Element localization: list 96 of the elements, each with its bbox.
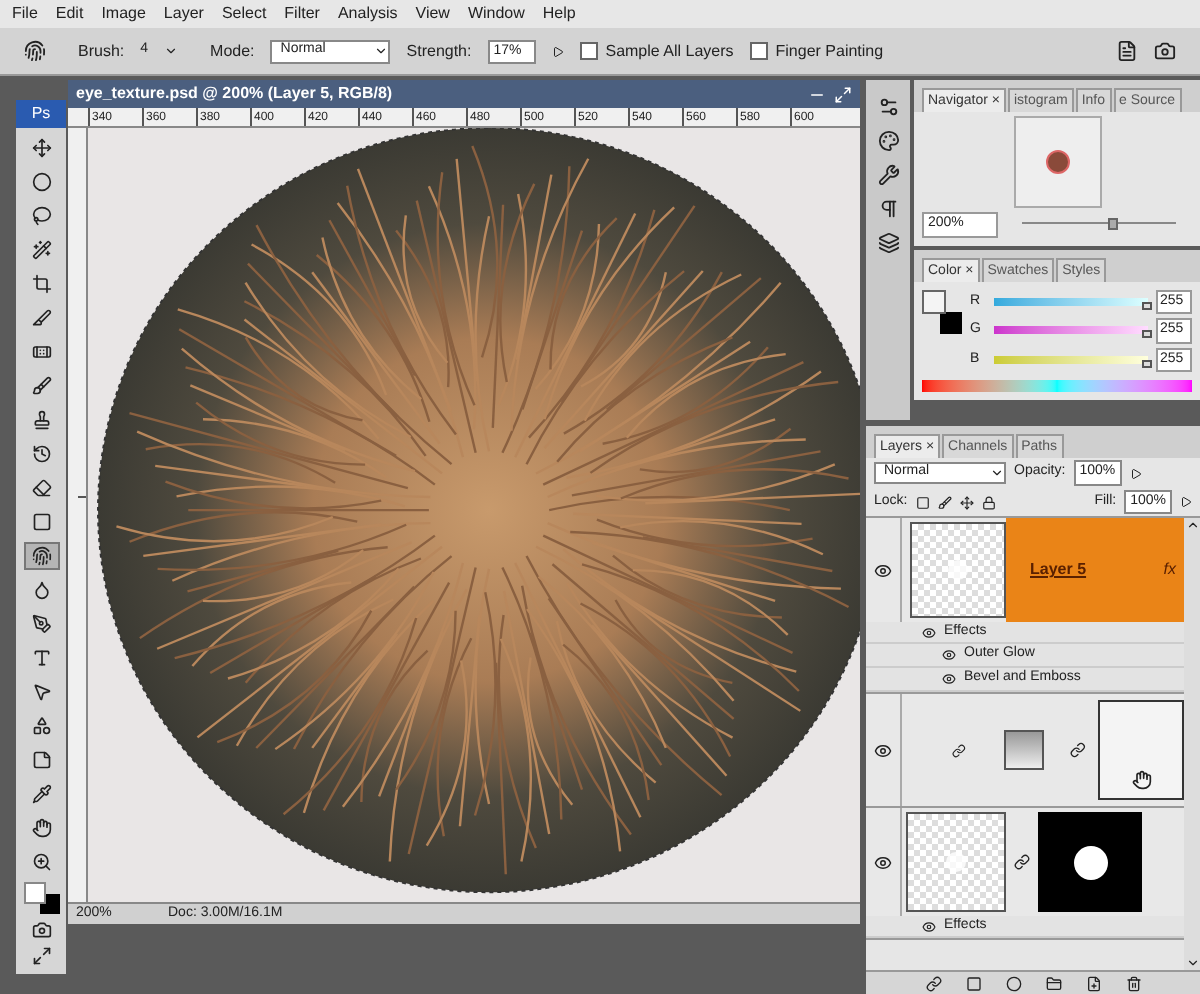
shapes-icon [31,716,51,736]
caret-icon [374,44,389,58]
lock-pixels-icon[interactable] [915,495,930,509]
menu-item[interactable]: View [415,2,450,26]
link-icon[interactable] [925,975,941,991]
crop-icon [31,274,51,294]
finger-icon [31,546,51,566]
bandage-icon [31,342,51,362]
checkbox[interactable] [749,42,768,60]
eye-icon[interactable] [874,853,892,871]
mask-thumbnail [1038,812,1142,912]
scroll-up-icon[interactable] [1185,518,1199,532]
gradient-map-icon [1004,730,1044,770]
eyedropper-icon [31,784,51,804]
adjustment-icon[interactable] [1005,975,1021,991]
transparent-thumbnail [906,812,1006,912]
mask-mode-icon[interactable] [31,920,51,940]
channel-slider[interactable] [994,355,1148,364]
eye-icon[interactable] [873,741,892,759]
color-spectrum[interactable] [922,380,1192,392]
gradient-icon [31,512,51,532]
new-layer-icon[interactable] [1085,975,1101,991]
layer-row[interactable]: Layer 5 fx [1006,518,1184,622]
trash-icon[interactable] [1125,975,1141,991]
menu-item[interactable]: Help [542,2,576,26]
drop-icon [31,580,51,600]
menu-item[interactable]: File [12,2,38,26]
ps-logo: Ps [16,100,66,128]
smudge-tool-icon[interactable] [24,40,46,62]
layers-icon[interactable] [877,232,899,254]
caret-icon[interactable] [164,44,179,58]
brush-label: Brush: [78,39,125,63]
menu-item[interactable]: Layer [163,2,204,26]
screen-mode-icon[interactable] [31,946,51,966]
sliders-icon[interactable] [877,96,899,118]
chain-icon [1014,854,1030,870]
move-icon[interactable] [959,495,974,509]
menu-item[interactable]: Select [221,2,267,26]
arrow-icon[interactable] [1129,467,1142,479]
transparent-thumbnail [910,522,1006,618]
menu-item[interactable]: Analysis [337,2,398,26]
brush-icon [31,376,51,396]
layer-name[interactable]: Layer 5 [1030,558,1087,582]
scrollbar[interactable] [1184,518,1200,970]
caret-icon [990,466,1004,480]
mode-label: Mode: [210,39,255,63]
wand-icon [31,240,51,260]
document-title: eye_texture.psd @ 200% (Layer 5, RGB/8) [76,82,393,106]
checkbox[interactable] [579,42,598,60]
folder-icon[interactable] [1045,975,1061,991]
brush-icon[interactable] [937,495,952,509]
type-icon [31,648,51,668]
channel-slider[interactable] [994,297,1148,306]
navigator-preview [1013,116,1101,208]
link-icon [951,743,966,757]
hand-cursor-icon [1131,770,1152,790]
maximize-icon[interactable] [834,85,852,103]
color-swatches-icon[interactable] [922,289,962,333]
fx-label: fx [1163,558,1176,582]
knife-icon [31,308,51,328]
paragraph-icon[interactable] [877,198,899,220]
move-icon [31,138,51,158]
camera-icon[interactable] [1154,40,1176,62]
marquee-icon [31,172,51,192]
zoom-slider[interactable] [1022,218,1176,231]
lock-icon[interactable] [981,495,996,509]
stamp-icon [31,410,51,430]
eye-icon[interactable] [922,919,936,933]
checkbox-label: Sample All Layers [605,39,734,63]
channel-slider[interactable] [994,326,1148,335]
tools-icon[interactable] [877,164,899,186]
strength-label: Strength: [406,39,472,63]
eraser-icon [31,478,51,498]
eye-icon[interactable] [942,672,956,686]
color-swatches-icon[interactable] [23,882,59,914]
eye-icon[interactable] [922,625,936,639]
arrow-icon[interactable] [551,45,564,57]
menu-item[interactable]: Image [101,2,146,26]
arrow-icon[interactable] [1180,496,1192,508]
note-icon [31,750,51,770]
pointer-icon [31,682,51,702]
pen-icon [31,614,51,634]
tool-button[interactable] [23,542,59,570]
mask-icon[interactable] [965,975,981,991]
lasso-icon [31,206,51,226]
menu-item[interactable]: Window [467,2,525,26]
hand-icon [31,818,51,838]
scroll-down-icon[interactable] [1185,956,1199,970]
menu-item[interactable]: Filter [284,2,320,26]
eye-icon[interactable] [874,561,892,579]
zoom-icon [31,852,51,872]
chain-icon [1070,742,1087,758]
eye-icon[interactable] [942,648,956,662]
menu-item[interactable]: Edit [55,2,84,26]
history-brush-icon [31,444,51,464]
checkbox-label: Finger Painting [775,39,884,63]
